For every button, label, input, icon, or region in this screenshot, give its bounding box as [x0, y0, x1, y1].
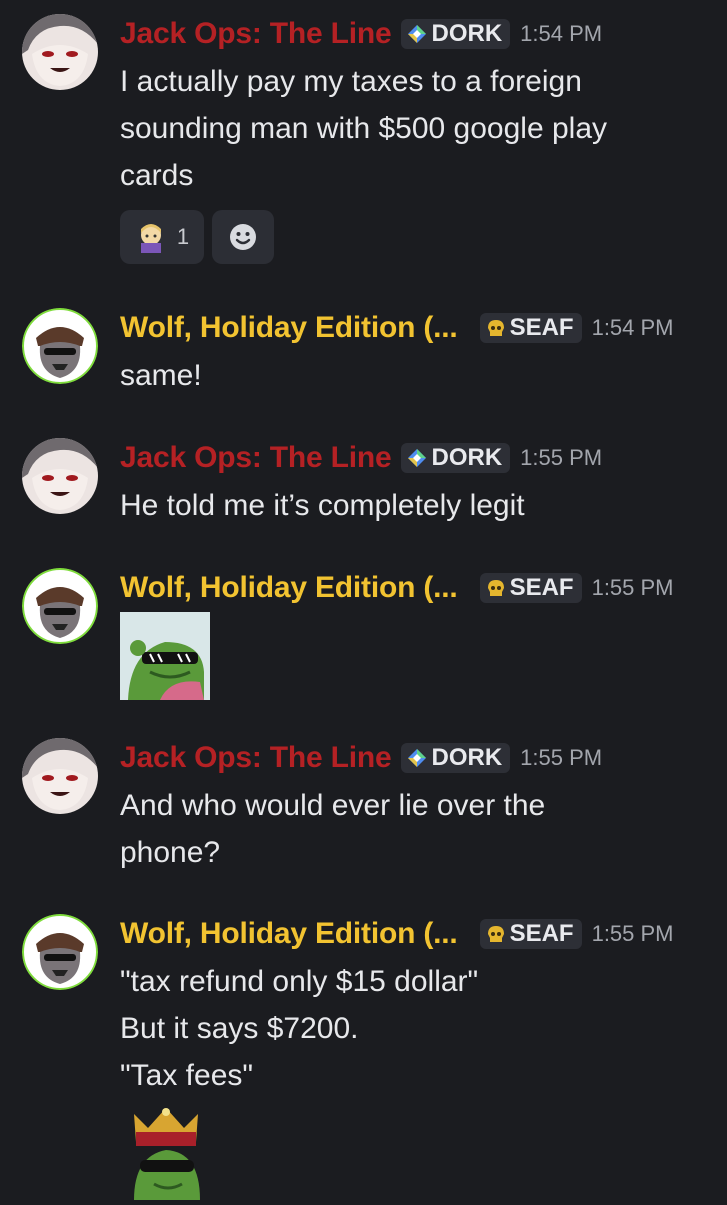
role-tag[interactable]: SEAF [479, 573, 582, 603]
role-tag-label: DORK [431, 744, 503, 771]
message-text: same! [120, 352, 202, 399]
anime-girl-emoji [140, 224, 161, 253]
message-text: "tax refund only $15 dollar" But it says… [120, 958, 478, 1099]
author-name[interactable]: Wolf, Holiday Edition (... [120, 311, 458, 345]
role-tag-label: DORK [431, 20, 503, 47]
message-line: But it says $7200. [120, 1012, 359, 1045]
add-reaction-icon [230, 224, 256, 250]
message-jack-1[interactable]: Jack Ops: The Line DORK 1:54 PM I actual… [0, 14, 727, 284]
message-line: "tax refund only $15 dollar" [120, 965, 479, 998]
message-wolf-3[interactable]: Wolf, Holiday Edition (... SEAF 1:55 PM … [0, 914, 727, 1200]
wolf-avatar[interactable] [22, 568, 98, 644]
message-text: I actually pay my taxes to a foreign sou… [120, 58, 607, 199]
role-tag[interactable]: DORK [401, 19, 511, 49]
message-text: He told me it’s completely legit [120, 482, 525, 529]
timestamp: 1:55 PM [591, 921, 674, 946]
timestamp: 1:55 PM [520, 445, 603, 470]
message-jack-3[interactable]: Jack Ops: The Line DORK 1:55 PM And who … [0, 738, 727, 878]
diamond-icon [408, 449, 427, 467]
message-wolf-2[interactable]: Wolf, Holiday Edition (... SEAF 1:55 PM [0, 568, 727, 708]
diamond-icon [408, 749, 427, 767]
role-tag-label: SEAF [509, 314, 574, 341]
role-tag[interactable]: SEAF [479, 313, 582, 343]
message-line: phone? [120, 836, 221, 869]
reaction-count: 1 [176, 224, 190, 249]
message-line: He told me it’s completely legit [120, 489, 525, 522]
wolf-avatar[interactable] [22, 914, 98, 990]
author-name[interactable]: Jack Ops: The Line [120, 741, 392, 775]
reaction-chip[interactable]: 1 [120, 210, 204, 264]
pepe-sunglasses-emoji[interactable] [120, 612, 210, 705]
role-tag-label: SEAF [509, 574, 574, 601]
timestamp: 1:55 PM [520, 745, 603, 770]
diamond-icon [408, 25, 427, 43]
author-name[interactable]: Jack Ops: The Line [120, 441, 392, 475]
message-jack-2[interactable]: Jack Ops: The Line DORK 1:55 PM He told … [0, 438, 727, 528]
skull-icon [487, 580, 504, 596]
jack-avatar[interactable] [22, 14, 98, 90]
message-line: And who would ever lie over the [120, 789, 546, 822]
role-tag[interactable]: SEAF [479, 919, 582, 949]
message-line: sounding man with $500 google play [120, 112, 608, 145]
jack-avatar[interactable] [22, 738, 98, 814]
author-name[interactable]: Wolf, Holiday Edition (... [120, 917, 458, 951]
message-text: And who would ever lie over the phone? [120, 782, 545, 876]
role-tag[interactable]: DORK [401, 743, 511, 773]
message-line: I actually pay my taxes to a foreign [120, 65, 582, 98]
skull-icon [487, 926, 504, 942]
timestamp: 1:55 PM [591, 575, 674, 600]
author-name[interactable]: Jack Ops: The Line [120, 17, 392, 51]
message-line: "Tax fees" [120, 1059, 254, 1092]
jack-avatar[interactable] [22, 438, 98, 514]
wolf-avatar[interactable] [22, 308, 98, 384]
timestamp: 1:54 PM [591, 315, 674, 340]
timestamp: 1:54 PM [520, 21, 603, 46]
message-line: same! [120, 359, 202, 392]
pepe-king-crown-emoji[interactable] [124, 1104, 208, 1205]
skull-icon [487, 320, 504, 336]
role-tag-label: SEAF [509, 920, 574, 947]
message-wolf-1[interactable]: Wolf, Holiday Edition (... SEAF 1:54 PM … [0, 308, 727, 398]
message-line: cards [120, 159, 194, 192]
role-tag[interactable]: DORK [401, 443, 511, 473]
add-reaction-button[interactable] [212, 210, 274, 264]
role-tag-label: DORK [431, 444, 503, 471]
author-name[interactable]: Wolf, Holiday Edition (... [120, 571, 458, 605]
